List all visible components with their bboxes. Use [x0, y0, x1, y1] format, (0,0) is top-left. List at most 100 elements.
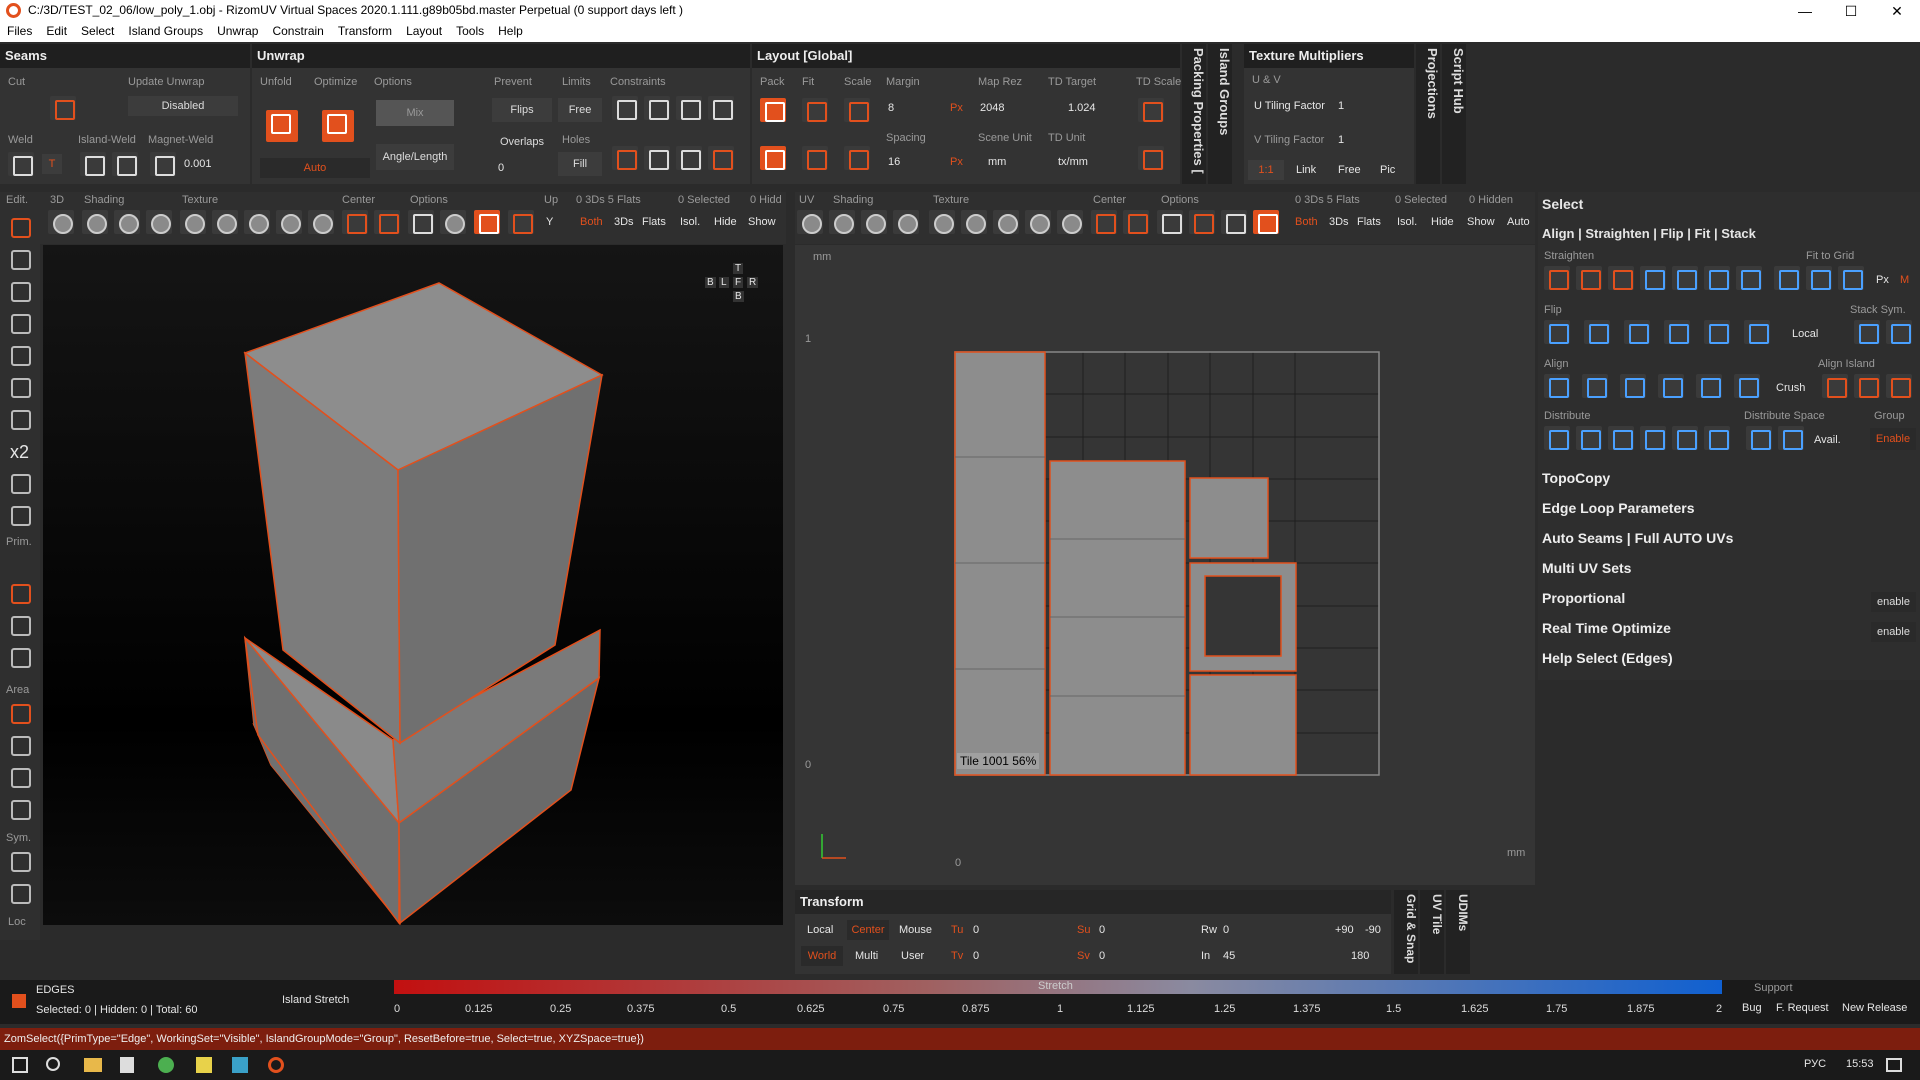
- language-indicator[interactable]: РУС: [1804, 1058, 1826, 1070]
- center-cross-icon[interactable]: [342, 210, 368, 234]
- menu-island-groups[interactable]: Island Groups: [121, 22, 210, 38]
- align-2-icon[interactable]: [1582, 374, 1608, 398]
- script-hub-tab[interactable]: Script Hub: [1442, 44, 1466, 184]
- multi-button[interactable]: Multi: [855, 950, 878, 962]
- sphere-select-icon[interactable]: [6, 310, 34, 336]
- v-tiling-value[interactable]: 1: [1338, 134, 1344, 146]
- overlaps-value[interactable]: 0: [498, 162, 504, 174]
- rizomuv-taskbar-icon[interactable]: [268, 1057, 284, 1073]
- uv-light-icon[interactable]: [1157, 210, 1183, 234]
- spacing-value[interactable]: 16: [888, 156, 900, 168]
- uv-sphere-active-icon[interactable]: [1253, 210, 1279, 234]
- flip-1-icon[interactable]: [1544, 320, 1570, 344]
- unpin-icon[interactable]: [612, 146, 638, 170]
- angle-length-field[interactable]: Angle/Length: [376, 144, 454, 170]
- cross-constraint-icon[interactable]: [676, 146, 702, 170]
- section-multi-uv-sets[interactable]: Multi UV Sets: [1542, 560, 1912, 588]
- group-enable-button[interactable]: Enable: [1870, 428, 1916, 450]
- hide-button[interactable]: Hide: [714, 216, 737, 228]
- weld-icon[interactable]: [8, 152, 34, 176]
- distribute-2-icon[interactable]: [1576, 426, 1602, 450]
- scene-unit-dropdown[interactable]: mm: [988, 156, 1006, 168]
- uv-flats-button[interactable]: Flats: [1357, 216, 1381, 228]
- shield-icon[interactable]: [6, 502, 34, 528]
- local-button[interactable]: Local: [807, 924, 833, 936]
- pack-2-icon[interactable]: [760, 146, 786, 170]
- rect-select-icon[interactable]: [6, 700, 34, 726]
- straighten-4-icon[interactable]: [1640, 266, 1666, 290]
- explorer-icon[interactable]: [84, 1058, 102, 1072]
- uv-grid-icon[interactable]: [1221, 210, 1247, 234]
- uv-shade-wire-icon[interactable]: [861, 210, 887, 234]
- stack-sym-1-icon[interactable]: [1854, 320, 1880, 344]
- shade-wire-icon[interactable]: [114, 210, 140, 234]
- diagonal-constraint-icon[interactable]: [676, 96, 702, 120]
- distribute-5-icon[interactable]: [1672, 426, 1698, 450]
- minimize-button[interactable]: —: [1782, 0, 1828, 22]
- margin-value[interactable]: 8: [888, 102, 894, 114]
- stack-sym-2-icon[interactable]: [1886, 320, 1912, 344]
- viewport-3d[interactable]: T B L F R B: [43, 245, 783, 925]
- uv-frame-icon[interactable]: [797, 210, 823, 234]
- uv-texture-dots-icon[interactable]: [993, 210, 1019, 234]
- menu-edit[interactable]: Edit: [39, 22, 74, 38]
- in-value[interactable]: 45: [1223, 950, 1235, 962]
- sphere-option-icon[interactable]: [440, 210, 466, 234]
- symmetry-add-icon[interactable]: [6, 880, 34, 906]
- isol-button[interactable]: Isol.: [680, 216, 700, 228]
- distribute-space-2-icon[interactable]: [1778, 426, 1804, 450]
- align-5-icon[interactable]: [1696, 374, 1722, 398]
- magnet-weld-icon[interactable]: [150, 152, 176, 176]
- uv-isol-button[interactable]: Isol.: [1397, 216, 1417, 228]
- projections-tab[interactable]: Projections: [1416, 44, 1440, 184]
- rw-value[interactable]: 0: [1223, 924, 1229, 936]
- user-button[interactable]: User: [901, 950, 924, 962]
- map-rez-value[interactable]: 2048: [980, 102, 1004, 114]
- align-island-3-icon[interactable]: [1886, 374, 1912, 398]
- fit-m-button[interactable]: M: [1900, 274, 1909, 286]
- frame-icon[interactable]: [48, 210, 74, 234]
- island-weld-2-icon[interactable]: [112, 152, 138, 176]
- viewcube-front[interactable]: F: [733, 277, 744, 288]
- new-release-button[interactable]: New Release: [1842, 1002, 1907, 1014]
- distribute-3-icon[interactable]: [1608, 426, 1634, 450]
- u-tiling-value[interactable]: 1: [1338, 100, 1344, 112]
- unfold-icon[interactable]: [266, 110, 298, 142]
- notes-icon[interactable]: [196, 1057, 212, 1073]
- align-6-icon[interactable]: [1734, 374, 1760, 398]
- viewcube-top[interactable]: T: [733, 263, 744, 274]
- grid-select-icon[interactable]: [6, 342, 34, 368]
- chrome-icon[interactable]: [158, 1057, 174, 1073]
- texture-custom-icon[interactable]: [308, 210, 334, 234]
- island-select-icon[interactable]: [6, 374, 34, 400]
- tv-value[interactable]: 0: [973, 950, 979, 962]
- sphere-mode-icon[interactable]: [6, 644, 34, 670]
- island-groups-tab[interactable]: Island Groups: [1208, 44, 1232, 184]
- cut-icon[interactable]: [50, 96, 76, 120]
- uv-show-button[interactable]: Show: [1467, 216, 1495, 228]
- uv-texture-shade-icon[interactable]: [1025, 210, 1051, 234]
- auto-button[interactable]: Auto: [260, 158, 370, 178]
- close-button[interactable]: ✕: [1874, 0, 1920, 22]
- fit-grid-2-icon[interactable]: [1806, 266, 1832, 290]
- rotate-180-button[interactable]: 180: [1351, 950, 1369, 962]
- flip-6-icon[interactable]: [1744, 320, 1770, 344]
- mix-field[interactable]: Mix: [376, 100, 454, 126]
- circle-select-icon[interactable]: [6, 796, 34, 822]
- ratio-button[interactable]: 1:1: [1248, 160, 1284, 180]
- uv-texture-custom-icon[interactable]: [1057, 210, 1083, 234]
- straighten-3-icon[interactable]: [1608, 266, 1634, 290]
- spacing-px-button[interactable]: Px: [950, 156, 963, 168]
- tu-value[interactable]: 0: [973, 924, 979, 936]
- td-scale-icon[interactable]: [1138, 98, 1164, 122]
- viewcube-back[interactable]: B: [705, 277, 716, 288]
- center-button[interactable]: Center: [847, 920, 889, 940]
- t-button[interactable]: T: [42, 154, 62, 174]
- fit-grid-1-icon[interactable]: [1774, 266, 1800, 290]
- menu-files[interactable]: Files: [0, 22, 39, 38]
- local-dropdown[interactable]: Local: [1792, 328, 1818, 340]
- uv-texture-checker-icon[interactable]: [961, 210, 987, 234]
- straighten-5-icon[interactable]: [1672, 266, 1698, 290]
- uv-3ds-button[interactable]: 3Ds: [1329, 216, 1349, 228]
- viewcube-right[interactable]: R: [747, 277, 759, 288]
